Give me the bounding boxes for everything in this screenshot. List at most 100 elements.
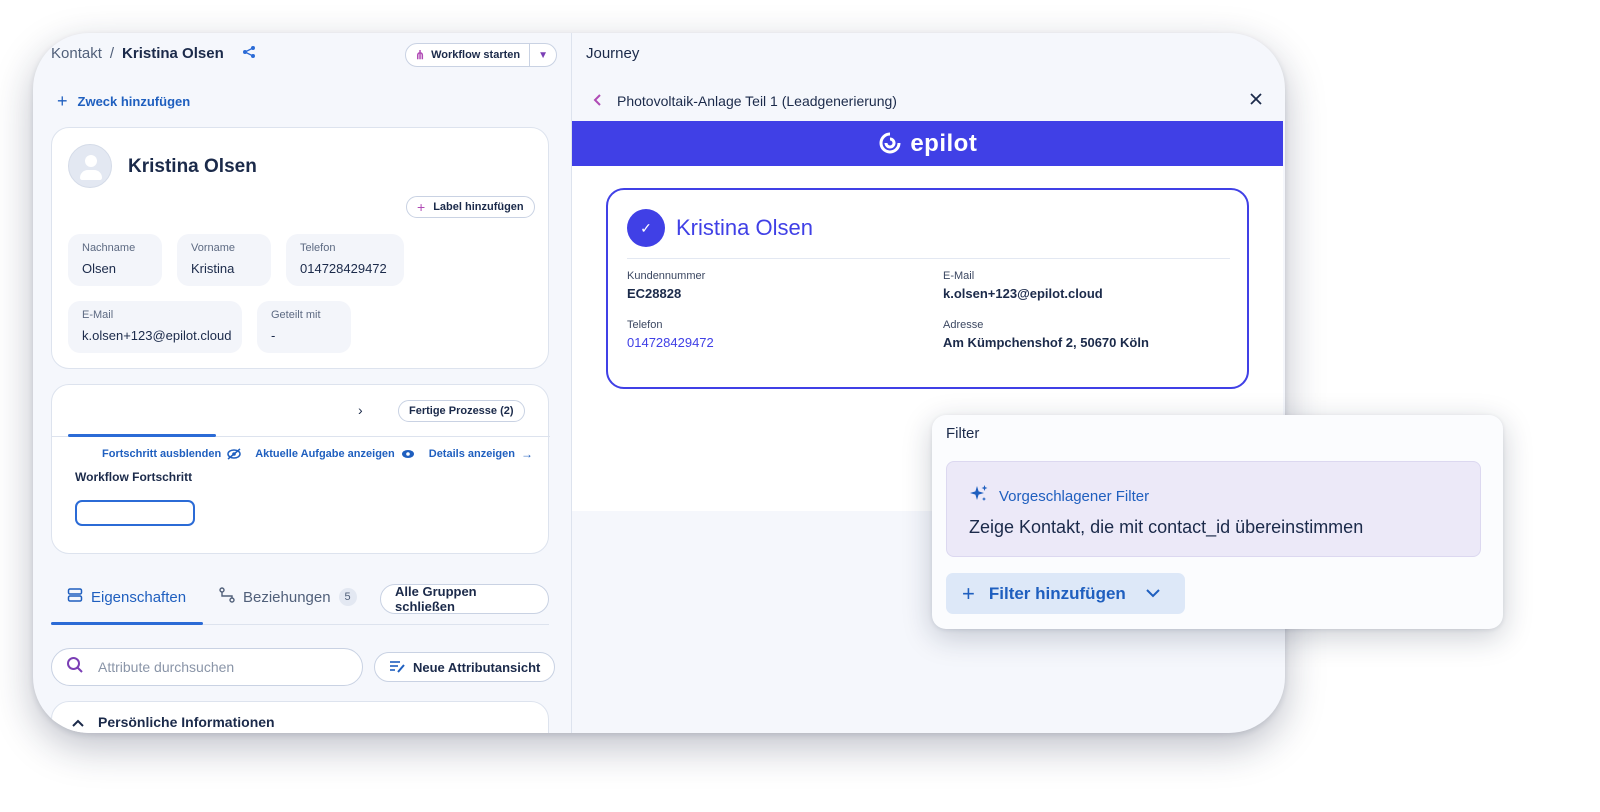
close-all-groups-button[interactable]: Alle Gruppen schließen: [380, 584, 549, 614]
add-purpose-button[interactable]: + Zweck hinzufügen: [57, 91, 190, 112]
avatar: [68, 144, 112, 188]
tab-relations[interactable]: Beziehungen 5: [219, 587, 357, 607]
customer-phone-link[interactable]: 014728429472: [627, 335, 714, 350]
brand-name: epilot: [910, 130, 978, 157]
suggested-filter-title: Vorgeschlagener Filter: [999, 488, 1150, 505]
search-icon: [66, 656, 84, 679]
filter-popover: Filter Vorgeschlagener Filter Zeige Kont…: [932, 415, 1503, 629]
add-label-text: Label hinzufügen: [433, 201, 524, 213]
workflow-start-label: Workflow starten: [431, 49, 521, 61]
edit-list-icon: [389, 659, 405, 676]
process-actions: Fortschritt ausblenden Aktuelle Aufgabe …: [102, 447, 533, 461]
tab-properties-label: Eigenschaften: [91, 588, 187, 606]
field-nachname: Nachname Olsen: [68, 234, 162, 286]
check-icon: ✓: [627, 209, 665, 247]
chevron-down-icon[interactable]: ▼: [530, 50, 556, 61]
workflow-start-button[interactable]: ⋔ Workflow starten ▼: [405, 43, 558, 67]
field-label: Adresse: [943, 319, 984, 331]
suggested-filter[interactable]: Vorgeschlagener Filter Zeige Kontakt, di…: [946, 461, 1481, 557]
field-shared-with: Geteilt mit -: [257, 301, 351, 353]
arrow-right-icon: →: [520, 447, 533, 461]
customer-phone-field: Telefon 014728429472: [627, 319, 714, 350]
field-label: Kundennummer: [627, 270, 706, 282]
field-value: k.olsen+123@epilot.cloud: [943, 286, 1103, 301]
hide-progress-label: Fortschritt ausblenden: [102, 448, 222, 460]
plus-icon: +: [962, 580, 975, 606]
field-value: 014728429472: [300, 261, 387, 276]
field-label: Geteilt mit: [271, 309, 321, 321]
field-value: Kristina: [191, 261, 235, 276]
personal-info-section[interactable]: Persönliche Informationen: [51, 701, 549, 733]
field-label: Nachname: [82, 242, 136, 254]
relations-icon: [219, 587, 235, 607]
workflow-icon: ⋔: [415, 48, 426, 62]
back-arrow-icon[interactable]: [592, 93, 602, 110]
property-tabs: Eigenschaften Beziehungen 5 Alle Gruppen…: [51, 581, 549, 626]
plus-icon: +: [417, 199, 426, 215]
field-vorname: Vorname Kristina: [177, 234, 271, 286]
field-value: Olsen: [82, 261, 116, 276]
filter-title: Filter: [946, 425, 980, 442]
add-filter-label: Filter hinzufügen: [988, 583, 1126, 603]
process-tab-indicator: [68, 434, 216, 437]
suggested-filter-text: Zeige Kontakt, die mit contact_id überei…: [969, 517, 1364, 537]
chevron-down-icon: [1146, 586, 1160, 601]
field-label: E-Mail: [943, 270, 975, 282]
attribute-search: [51, 648, 363, 686]
field-value: EC28828: [627, 286, 682, 301]
chevron-right-icon[interactable]: ›: [358, 402, 363, 418]
hide-progress-button[interactable]: Fortschritt ausblenden: [102, 447, 241, 461]
sparkle-icon: [969, 484, 989, 509]
journey-title: Journey: [586, 45, 640, 62]
tabs-active-indicator: [51, 622, 203, 625]
breadcrumb-root[interactable]: Kontakt: [51, 45, 102, 62]
journey-name: Photovoltaik-Anlage Teil 1 (Leadgenerier…: [617, 93, 897, 109]
journey-header: Photovoltaik-Anlage Teil 1 (Leadgenerier…: [572, 89, 1285, 119]
field-label: E-Mail: [82, 309, 114, 321]
field-label: Vorname: [191, 242, 236, 254]
customer-card: ✓ Kristina Olsen Kundennummer EC28828 E-…: [606, 188, 1249, 389]
show-details-label: Details anzeigen: [428, 448, 515, 460]
field-email: E-Mail k.olsen+123@epilot.cloud: [68, 301, 242, 353]
show-task-button[interactable]: Aktuelle Aufgabe anzeigen: [255, 447, 415, 461]
add-filter-button[interactable]: + Filter hinzufügen: [946, 573, 1185, 614]
show-details-button[interactable]: Details anzeigen →: [429, 447, 533, 461]
customer-email-field: E-Mail k.olsen+123@epilot.cloud: [943, 270, 1103, 301]
tab-properties[interactable]: Eigenschaften: [67, 587, 186, 607]
new-attribute-view-button[interactable]: Neue Attributansicht: [374, 652, 556, 682]
add-label-button[interactable]: + Label hinzufügen: [406, 196, 535, 218]
process-card: › Fertige Prozesse (2) Fortschritt ausbl…: [51, 384, 550, 554]
plus-icon: +: [57, 91, 68, 111]
relations-count-badge: 5: [338, 588, 357, 606]
field-value: Am Kümpchenshof 2, 50670 Köln: [943, 335, 1149, 350]
breadcrumb-current: Kristina Olsen: [122, 45, 224, 62]
workflow-progress-field[interactable]: [75, 500, 195, 526]
breadcrumb: Kontakt / Kristina Olsen: [51, 45, 256, 62]
field-label: Telefon: [300, 242, 336, 254]
customer-address-field: Adresse Am Kümpchenshof 2, 50670 Köln: [943, 319, 1149, 350]
breadcrumb-separator: /: [109, 45, 115, 62]
field-telefon: Telefon 014728429472: [286, 234, 404, 286]
field-label: Telefon: [627, 319, 663, 331]
contact-panel: Kontakt / Kristina Olsen ⋔ Workflow star…: [33, 33, 571, 733]
chevron-up-icon[interactable]: [72, 714, 84, 730]
workflow-progress-title: Workflow Fortschritt: [75, 470, 193, 484]
show-task-label: Aktuelle Aufgabe anzeigen: [255, 448, 395, 460]
share-icon[interactable]: [242, 45, 256, 62]
section-title: Persönliche Informationen: [98, 714, 275, 730]
finished-processes-button[interactable]: Fertige Prozesse (2): [398, 400, 525, 422]
workflow-start-main[interactable]: ⋔ Workflow starten: [406, 44, 531, 66]
attribute-search-input[interactable]: [98, 659, 338, 675]
field-value: -: [271, 328, 276, 343]
customer-name: Kristina Olsen: [676, 215, 813, 240]
customer-card-divider: [627, 258, 1230, 259]
add-purpose-label: Zweck hinzufügen: [77, 94, 191, 109]
profile-name: Kristina Olsen: [128, 156, 257, 177]
brand-banner: epilot: [572, 121, 1283, 166]
properties-icon: [67, 587, 83, 607]
new-attribute-view-label: Neue Attributansicht: [413, 659, 541, 675]
eye-off-icon: [227, 448, 241, 460]
close-icon[interactable]: [1250, 92, 1262, 110]
customer-number-field: Kundennummer EC28828: [627, 270, 705, 301]
eye-icon: [401, 448, 415, 460]
